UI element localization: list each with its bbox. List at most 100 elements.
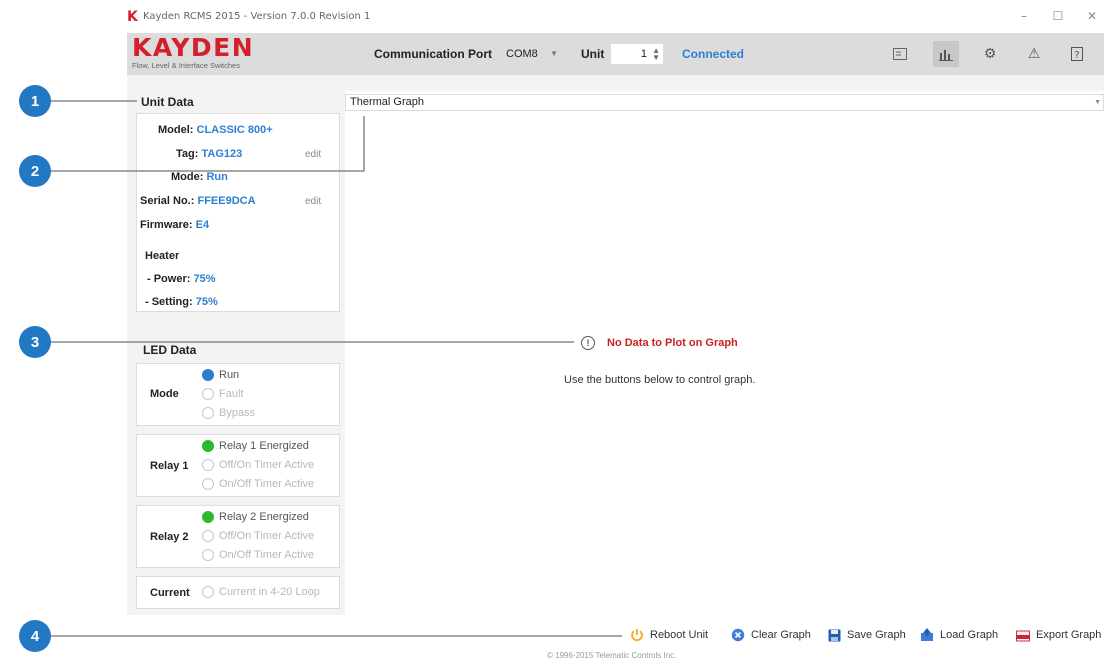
led-mode-panel: Mode Run Fault Bypass [136,363,340,426]
minimize-button[interactable]: – [1014,9,1034,23]
power-icon [630,628,644,642]
help-icon[interactable]: ? [1064,41,1090,67]
power-label: - Power [147,273,187,285]
heater-label: Heater [145,250,180,262]
led-fault-label: Fault [219,388,244,400]
mode-label: Mode [171,171,200,183]
led-current-label: Current [150,587,190,599]
brand-wordmark: KAYDEN [132,33,255,62]
callout-4: 4 [19,620,51,652]
comm-port-label: Communication Port [374,47,493,61]
callout-3: 3 [19,326,51,358]
unit-spinner[interactable]: 1 ▲ ▼ [611,44,663,64]
edit-tag-link[interactable]: edit [305,149,321,160]
graph-type-value: Thermal Graph [350,96,424,108]
led-indicator-icon [202,549,214,561]
power-value: 75% [193,273,216,285]
title-bar: K Kayden RCMS 2015 - Version 7.0.0 Revis… [127,0,1104,33]
led-current-loop: Current in 4-20 Loop [202,586,320,598]
model-row: Model: CLASSIC 800+ [158,124,273,136]
led-relay2-energized: Relay 2 Energized [202,511,309,523]
led-run-label: Run [219,369,240,381]
chart-icon[interactable] [933,41,959,67]
led-relay1-energized-label: Relay 1 Energized [219,440,309,452]
alert-circle-icon: ! [581,336,595,350]
brand-logo: KAYDEN Flow, Level & Interface Switches [132,33,255,70]
led-relay2-onoff-label: On/Off Timer Active [219,549,315,561]
reboot-unit-button[interactable]: Reboot Unit [630,628,708,642]
graph-type-select[interactable]: Thermal Graph ▼ [345,94,1104,111]
clear-icon [731,628,745,642]
brand-tagline: Flow, Level & Interface Switches [132,61,240,70]
model-value: CLASSIC 800+ [196,124,273,136]
led-relay1-energized: Relay 1 Energized [202,440,309,452]
led-indicator-icon [202,478,214,490]
load-icon [920,628,934,642]
led-fault: Fault [202,388,243,400]
led-relay1-panel: Relay 1 Relay 1 Energized Off/On Timer A… [136,434,340,497]
header-bar: KAYDEN Flow, Level & Interface Switches … [127,33,1104,75]
serial-row: Serial No.: FFEE9DCA [140,195,256,207]
power-row: - Power: 75% [147,273,216,285]
led-indicator-icon [202,440,214,452]
led-relay2-panel: Relay 2 Relay 2 Energized Off/On Timer A… [136,505,340,568]
unit-data-panel: Model: CLASSIC 800+ Tag: TAG123 edit Mod… [136,113,340,312]
chevron-down-icon: ▼ [1094,99,1101,106]
led-mode-label: Mode [150,388,179,400]
export-pdf-icon [1016,628,1030,642]
tag-label: Tag [176,148,195,160]
led-current-loop-label: Current in 4-20 Loop [219,586,320,598]
no-data-text: No Data to Plot on Graph [607,337,738,349]
comm-port-select[interactable]: COM8 ▼ [506,44,562,64]
unit-label: Unit [581,47,605,61]
chevron-down-icon: ▼ [550,49,558,58]
serial-label: Serial No. [140,195,191,207]
save-graph-button[interactable]: Save Graph [827,628,906,642]
graph-canvas [345,91,1104,615]
export-graph-label: Export Graph [1036,629,1102,641]
callout-2: 2 [19,155,51,187]
led-relay1-onoff-label: On/Off Timer Active [219,478,315,490]
export-graph-button[interactable]: Export Graph [1016,628,1101,642]
clear-graph-label: Clear Graph [751,629,811,641]
mode-row: Mode: Run [171,171,228,183]
warning-icon[interactable]: ⚠ [1021,41,1047,67]
connection-status: Connected [682,47,745,61]
firmware-value: E4 [195,219,210,231]
led-relay1-offon-label: Off/On Timer Active [219,459,315,471]
window-title: Kayden RCMS 2015 - Version 7.0.0 Revisio… [143,11,371,22]
led-bypass-label: Bypass [219,407,256,419]
gear-icon[interactable]: ⚙ [977,41,1003,67]
panel-icon[interactable] [887,41,913,67]
led-bypass: Bypass [202,407,255,419]
firmware-row: Firmware: E4 [140,219,210,231]
firmware-label: Firmware [140,219,189,231]
graph-hint: Use the buttons below to control graph. [564,374,756,386]
model-label: Model [158,124,190,136]
spinner-arrows-icon[interactable]: ▲ ▼ [652,47,660,62]
comm-port-value: COM8 [506,48,538,60]
maximize-button[interactable]: ☐ [1048,9,1068,23]
setting-value: 75% [195,296,218,308]
led-relay1-offon: Off/On Timer Active [202,459,314,471]
unit-value: 1 [640,48,647,60]
load-graph-label: Load Graph [940,629,999,641]
heater-heading: Heater [145,250,179,262]
clear-graph-button[interactable]: Clear Graph [731,628,811,642]
led-relay2-energized-label: Relay 2 Energized [219,511,309,523]
close-button[interactable]: ✕ [1082,9,1102,23]
led-indicator-icon [202,530,214,542]
reboot-unit-label: Reboot Unit [650,629,709,641]
load-graph-button[interactable]: Load Graph [920,628,998,642]
edit-serial-link[interactable]: edit [305,196,321,207]
led-data-title: LED Data [143,343,197,357]
led-indicator-icon [202,369,214,381]
led-current-panel: Current Current in 4-20 Loop [136,576,340,609]
mode-value: Run [206,171,228,183]
save-icon [827,628,841,642]
svg-text:?: ? [1074,50,1079,61]
led-indicator-icon [202,388,214,400]
no-data-message: ! No Data to Plot on Graph [581,336,738,350]
serial-value: FFEE9DCA [197,195,256,207]
save-graph-label: Save Graph [847,629,906,641]
